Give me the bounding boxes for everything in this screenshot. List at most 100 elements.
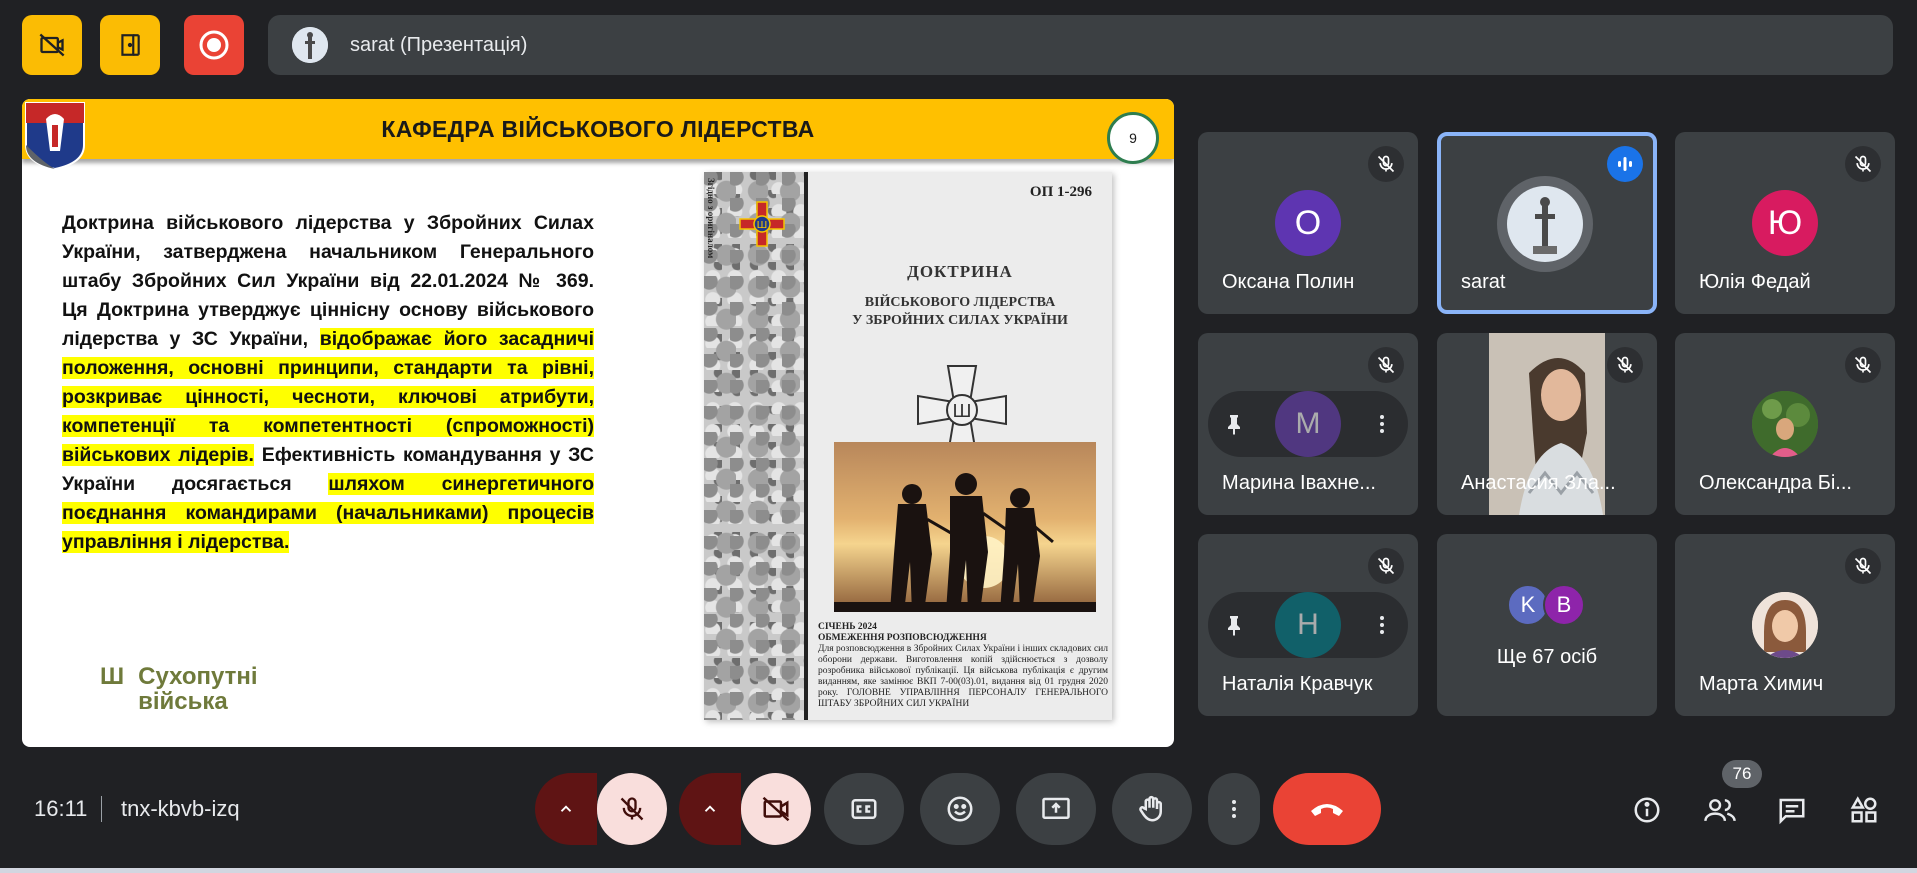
svg-text:Ш: Ш [952,401,971,422]
book-title-line-1: ДОКТРИНА [907,262,1013,281]
participant-count-badge: 76 [1722,760,1762,788]
people-button[interactable] [1700,790,1740,830]
meeting-details-button[interactable] [1627,790,1667,830]
book-date: СІЧЕНЬ 2024 [818,622,877,632]
mic-off-icon [1845,347,1881,383]
pin-icon[interactable] [1222,613,1246,637]
book-title-line-2: ВІЙСЬКОВОГО ЛІДЕРСТВА [864,295,1056,310]
book-title: ДОКТРИНА ВІЙСЬКОВОГО ЛІДЕРСТВА У ЗБРОЙНИ… [808,262,1112,330]
mic-off-icon [1607,347,1643,383]
video-off-layout-icon [39,33,65,57]
avatar: B [1543,584,1585,626]
avatar: H [1275,592,1341,658]
more-options-button[interactable] [1208,773,1260,845]
clock: 16:11 [34,796,88,821]
book-restriction: ОБМЕЖЕННЯ РОЗПОВСЮДЖЕННЯ [818,633,987,643]
participant-tile[interactable]: О Оксана Полин [1198,132,1418,314]
participant-tile-active-speaker[interactable]: sarat [1437,132,1657,314]
call-end-icon [1311,804,1343,816]
book-footer-text: СІЧЕНЬ 2024 ОБМЕЖЕННЯ РОЗПОВСЮДЖЕННЯ Для… [818,622,1108,710]
trident-icon: Ш [100,663,125,690]
mic-off-icon [1368,347,1404,383]
more-options-icon[interactable] [1370,412,1394,436]
participant-name: Юлія Федай [1699,271,1811,293]
microphone-control [535,773,667,845]
slide-page-number: 9 [1107,112,1159,164]
camera-control [679,773,811,845]
avatar [1497,176,1593,272]
chevron-up-icon [704,805,716,812]
logo-line-1: Сухопутні [138,663,258,690]
armed-forces-cross-icon: Ш [739,201,785,247]
leave-call-button[interactable] [1273,773,1381,845]
camouflage-strip [704,172,804,720]
hide-camera-tiles-button[interactable] [22,15,82,75]
reactions-button[interactable] [920,773,1000,845]
activities-button[interactable] [1844,790,1884,830]
book-vertical-text: Згідно з оригіналом [706,178,716,259]
tile-hover-controls: M [1208,391,1408,457]
presentation-slide: КАФЕДРА ВІЙСЬКОВОГО ЛІДЕРСТВА 9 Доктрина… [22,99,1174,747]
info-icon [1634,797,1660,823]
pin-icon[interactable] [1222,412,1246,436]
presentation-bar[interactable]: sarat (Презентація) [268,15,1893,75]
door-icon [121,34,140,56]
participant-tile[interactable]: M Марина Івахне... [1198,333,1418,515]
department-emblem-icon [25,102,85,171]
soldiers-sunset-photo [834,442,1096,612]
present-screen-icon [1042,797,1070,819]
slide-title: КАФЕДРА ВІЙСЬКОВОГО ЛІДЕРСТВА [381,115,815,142]
closed-captions-icon [851,799,877,819]
participant-name: Оксана Полин [1222,271,1355,293]
logo-line-2: війська [138,688,228,715]
more-participants-avatars: K B [1507,584,1585,626]
mic-off-icon [620,797,644,821]
participant-tile[interactable]: Ю Юлія Федай [1675,132,1895,314]
camera-toggle-button[interactable] [741,773,811,845]
emoji-icon [947,796,973,822]
avatar: Ю [1752,190,1818,256]
participant-tile[interactable]: Марта Химич [1675,534,1895,716]
more-vert-icon [1232,800,1236,818]
presenter-label: sarat (Презентація) [350,33,528,56]
book-code: ОП 1-296 [1029,184,1092,200]
video-options-button[interactable] [679,773,741,845]
more-participants-tile[interactable]: K B Ще 67 осіб [1437,534,1657,716]
participant-name: Марина Івахне... [1222,472,1376,494]
participant-tile[interactable]: Анастасия Зла... [1437,333,1657,515]
window-bottom-edge [0,868,1917,873]
doctrine-book-cover: Згідно з оригіналом Ш ОП 1-296 ДОКТРИНА … [704,172,1112,720]
present-now-button[interactable] [1016,773,1096,845]
book-title-line-3: У ЗБРОЙНИХ СИЛАХ УКРАЇНИ [852,313,1068,328]
more-options-icon[interactable] [1370,613,1394,637]
chevron-up-icon [560,805,572,812]
slide-body-text: Доктрина військового лідерства у Збройни… [62,209,594,557]
avatar [1752,391,1818,457]
mic-off-icon [1368,146,1404,182]
recording-button[interactable] [184,15,244,75]
chat-button[interactable] [1772,790,1812,830]
participant-tile[interactable]: H Наталія Кравчук [1198,534,1418,716]
avatar: M [1275,391,1341,457]
book-small-print: Для розповсюдження в Збройних Силах Укра… [818,644,1108,709]
record-icon [199,30,229,60]
avatar [1752,592,1818,658]
chat-icon [1779,798,1805,825]
people-icon [1704,799,1736,822]
slide-paragraph-2: Ця Доктрина утверджує ціннісну основу ві… [62,296,594,557]
layout-button[interactable] [100,15,160,75]
svg-text:Ш: Ш [757,220,768,231]
meeting-code: tnx-kbvb-izq [121,796,240,821]
video-off-icon [762,796,790,822]
participant-name: Наталія Кравчук [1222,673,1373,695]
more-participants-label: Ще 67 осіб [1496,646,1598,668]
mic-toggle-button[interactable] [597,773,667,845]
avatar: О [1275,190,1341,256]
mic-off-icon [1845,146,1881,182]
participant-tile[interactable]: Олександра Бі... [1675,333,1895,515]
captions-button[interactable] [824,773,904,845]
raise-hand-button[interactable] [1112,773,1192,845]
speaking-indicator-icon [1607,146,1643,182]
participant-name: Марта Химич [1699,673,1824,695]
audio-options-button[interactable] [535,773,597,845]
